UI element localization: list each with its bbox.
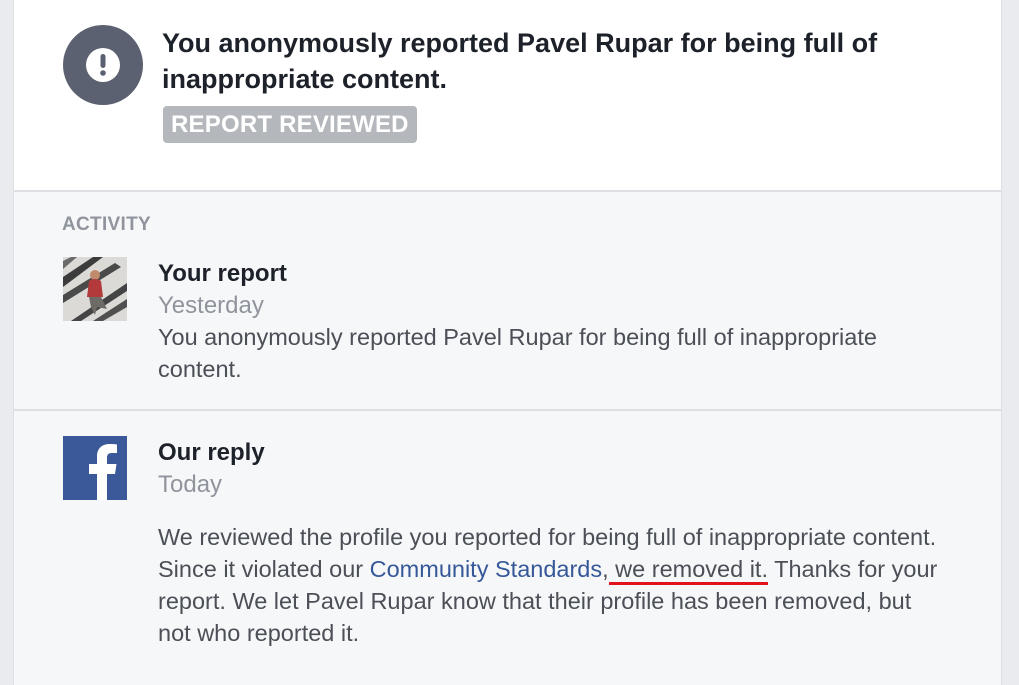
entry-body: We reviewed the profile you reported for…: [158, 521, 948, 649]
activity-item-our-reply: Our reply Today We reviewed the profile …: [14, 409, 1001, 685]
activity-heading: ACTIVITY: [62, 214, 151, 235]
reply-text-comma: ,: [602, 556, 609, 582]
entry-timestamp: Today: [158, 471, 223, 498]
activity-item-your-report: Your report Yesterday You anonymously re…: [14, 256, 1001, 409]
community-standards-link[interactable]: Community Standards: [370, 556, 603, 582]
entry-body: You anonymously reported Pavel Rupar for…: [158, 324, 877, 382]
alert-exclamation-icon: [63, 25, 143, 105]
entry-title: Your report: [158, 260, 287, 287]
report-header: You anonymously reported Pavel Rupar for…: [14, 0, 1001, 192]
report-headline: You anonymously reported Pavel Rupar for…: [162, 28, 878, 94]
reporter-avatar: [63, 257, 127, 321]
removed-highlight: we removed it.: [608, 556, 768, 585]
facebook-logo-icon: [63, 436, 127, 500]
entry-timestamp: Yesterday: [158, 292, 264, 319]
entry-title: Our reply: [158, 439, 265, 466]
status-badge: REPORT REVIEWED: [163, 106, 417, 143]
support-inbox-panel: You anonymously reported Pavel Rupar for…: [13, 0, 1002, 685]
